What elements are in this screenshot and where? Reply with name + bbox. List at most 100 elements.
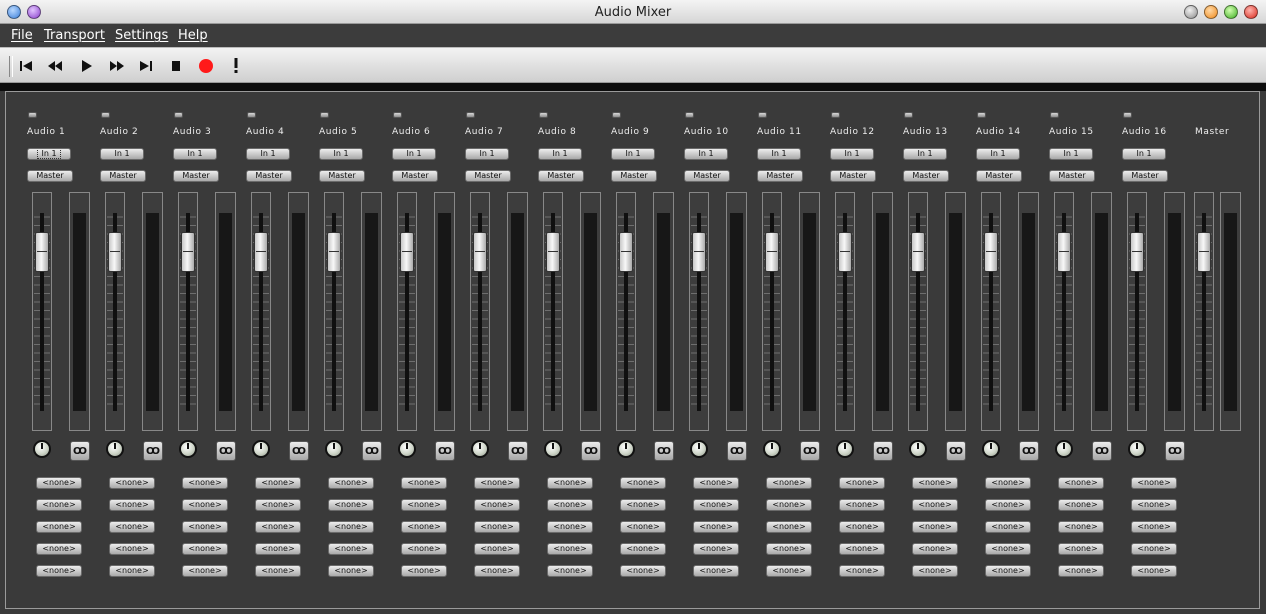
channel-insert-slot-2[interactable]: <none> xyxy=(36,499,82,511)
channel-insert-slot-5[interactable]: <none> xyxy=(1058,565,1104,577)
channel-fader[interactable] xyxy=(178,192,198,431)
menu-file[interactable]: File xyxy=(11,28,33,43)
channel-fader[interactable] xyxy=(251,192,271,431)
channel-insert-slot-3[interactable]: <none> xyxy=(693,521,739,533)
channel-fader-handle[interactable] xyxy=(1130,232,1144,272)
channel-insert-slot-1[interactable]: <none> xyxy=(766,477,812,489)
channel-insert-slot-5[interactable]: <none> xyxy=(547,565,593,577)
channel-output-select[interactable]: Master xyxy=(392,170,438,182)
record-button[interactable] xyxy=(196,56,216,76)
menu-settings[interactable]: Settings xyxy=(115,28,168,43)
channel-output-select[interactable]: Master xyxy=(611,170,657,182)
channel-fader-handle[interactable] xyxy=(108,232,122,272)
channel-insert-slot-2[interactable]: <none> xyxy=(1058,499,1104,511)
channel-insert-slot-4[interactable]: <none> xyxy=(985,543,1031,555)
channel-insert-slot-5[interactable]: <none> xyxy=(474,565,520,577)
channel-insert-slot-3[interactable]: <none> xyxy=(182,521,228,533)
channel-insert-slot-3[interactable]: <none> xyxy=(1058,521,1104,533)
channel-input-select[interactable]: In 1 xyxy=(1049,148,1093,160)
channel-output-select[interactable]: Master xyxy=(830,170,876,182)
pan-knob-icon[interactable] xyxy=(106,440,124,458)
channel-insert-slot-2[interactable]: <none> xyxy=(766,499,812,511)
channel-input-select[interactable]: In 1 xyxy=(27,148,71,160)
channel-insert-slot-2[interactable]: <none> xyxy=(985,499,1031,511)
channel-insert-slot-4[interactable]: <none> xyxy=(766,543,812,555)
channel-fader[interactable] xyxy=(324,192,344,431)
channel-fader-handle[interactable] xyxy=(254,232,268,272)
channel-insert-slot-5[interactable]: <none> xyxy=(36,565,82,577)
channel-insert-slot-5[interactable]: <none> xyxy=(328,565,374,577)
channel-insert-slot-3[interactable]: <none> xyxy=(985,521,1031,533)
channel-fader-handle[interactable] xyxy=(35,232,49,272)
channel-fader[interactable] xyxy=(981,192,1001,431)
channel-insert-slot-1[interactable]: <none> xyxy=(328,477,374,489)
channel-insert-slot-2[interactable]: <none> xyxy=(1131,499,1177,511)
pan-knob-icon[interactable] xyxy=(617,440,635,458)
channel-insert-slot-3[interactable]: <none> xyxy=(109,521,155,533)
menu-help[interactable]: Help xyxy=(178,28,208,43)
channel-fader-handle[interactable] xyxy=(765,232,779,272)
window-close-button[interactable] xyxy=(1244,5,1258,19)
channel-input-select[interactable]: In 1 xyxy=(173,148,217,160)
channel-insert-slot-2[interactable]: <none> xyxy=(620,499,666,511)
channel-insert-slot-2[interactable]: <none> xyxy=(474,499,520,511)
channel-insert-slot-2[interactable]: <none> xyxy=(401,499,447,511)
channel-insert-slot-4[interactable]: <none> xyxy=(328,543,374,555)
channel-insert-slot-3[interactable]: <none> xyxy=(474,521,520,533)
channel-input-select[interactable]: In 1 xyxy=(611,148,655,160)
channel-insert-slot-3[interactable]: <none> xyxy=(547,521,593,533)
pan-knob-icon[interactable] xyxy=(33,440,51,458)
pan-knob-icon[interactable] xyxy=(398,440,416,458)
channel-output-select[interactable]: Master xyxy=(246,170,292,182)
channel-fader[interactable] xyxy=(908,192,928,431)
channel-fader[interactable] xyxy=(689,192,709,431)
channel-insert-slot-1[interactable]: <none> xyxy=(109,477,155,489)
pan-knob-icon[interactable] xyxy=(836,440,854,458)
channel-insert-slot-1[interactable]: <none> xyxy=(401,477,447,489)
channel-insert-slot-2[interactable]: <none> xyxy=(693,499,739,511)
channel-input-select[interactable]: In 1 xyxy=(392,148,436,160)
pan-knob-icon[interactable] xyxy=(252,440,270,458)
channel-insert-slot-5[interactable]: <none> xyxy=(693,565,739,577)
channel-input-select[interactable]: In 1 xyxy=(830,148,874,160)
toolbar-grip[interactable] xyxy=(9,56,13,77)
master-fader-handle[interactable] xyxy=(1197,232,1211,272)
channel-output-select[interactable]: Master xyxy=(903,170,949,182)
channel-input-select[interactable]: In 1 xyxy=(465,148,509,160)
channel-insert-slot-2[interactable]: <none> xyxy=(255,499,301,511)
pan-knob-icon[interactable] xyxy=(471,440,489,458)
channel-output-select[interactable]: Master xyxy=(1122,170,1168,182)
channel-insert-slot-1[interactable]: <none> xyxy=(1058,477,1104,489)
channel-fader-handle[interactable] xyxy=(1057,232,1071,272)
channel-output-select[interactable]: Master xyxy=(757,170,803,182)
channel-insert-slot-2[interactable]: <none> xyxy=(839,499,885,511)
channel-insert-slot-1[interactable]: <none> xyxy=(547,477,593,489)
channel-fader[interactable] xyxy=(835,192,855,431)
channel-insert-slot-3[interactable]: <none> xyxy=(328,521,374,533)
channel-insert-slot-4[interactable]: <none> xyxy=(912,543,958,555)
channel-insert-slot-5[interactable]: <none> xyxy=(839,565,885,577)
pan-knob-icon[interactable] xyxy=(1128,440,1146,458)
channel-insert-slot-1[interactable]: <none> xyxy=(839,477,885,489)
rewind-button[interactable] xyxy=(45,56,65,76)
window-maximize-button[interactable] xyxy=(1224,5,1238,19)
pan-knob-icon[interactable] xyxy=(690,440,708,458)
channel-insert-slot-1[interactable]: <none> xyxy=(474,477,520,489)
pan-knob-icon[interactable] xyxy=(1055,440,1073,458)
channel-fader-handle[interactable] xyxy=(692,232,706,272)
channel-fader[interactable] xyxy=(543,192,563,431)
channel-insert-slot-4[interactable]: <none> xyxy=(693,543,739,555)
channel-insert-slot-5[interactable]: <none> xyxy=(109,565,155,577)
channel-insert-slot-5[interactable]: <none> xyxy=(182,565,228,577)
channel-insert-slot-1[interactable]: <none> xyxy=(1131,477,1177,489)
skip-to-start-button[interactable] xyxy=(16,56,36,76)
fast-forward-button[interactable] xyxy=(107,56,127,76)
channel-insert-slot-5[interactable]: <none> xyxy=(401,565,447,577)
channel-insert-slot-3[interactable]: <none> xyxy=(912,521,958,533)
channel-input-select[interactable]: In 1 xyxy=(976,148,1020,160)
channel-insert-slot-1[interactable]: <none> xyxy=(182,477,228,489)
channel-input-select[interactable]: In 1 xyxy=(684,148,728,160)
channel-input-select[interactable]: In 1 xyxy=(1122,148,1166,160)
channel-fader-handle[interactable] xyxy=(838,232,852,272)
channel-input-select[interactable]: In 1 xyxy=(538,148,582,160)
